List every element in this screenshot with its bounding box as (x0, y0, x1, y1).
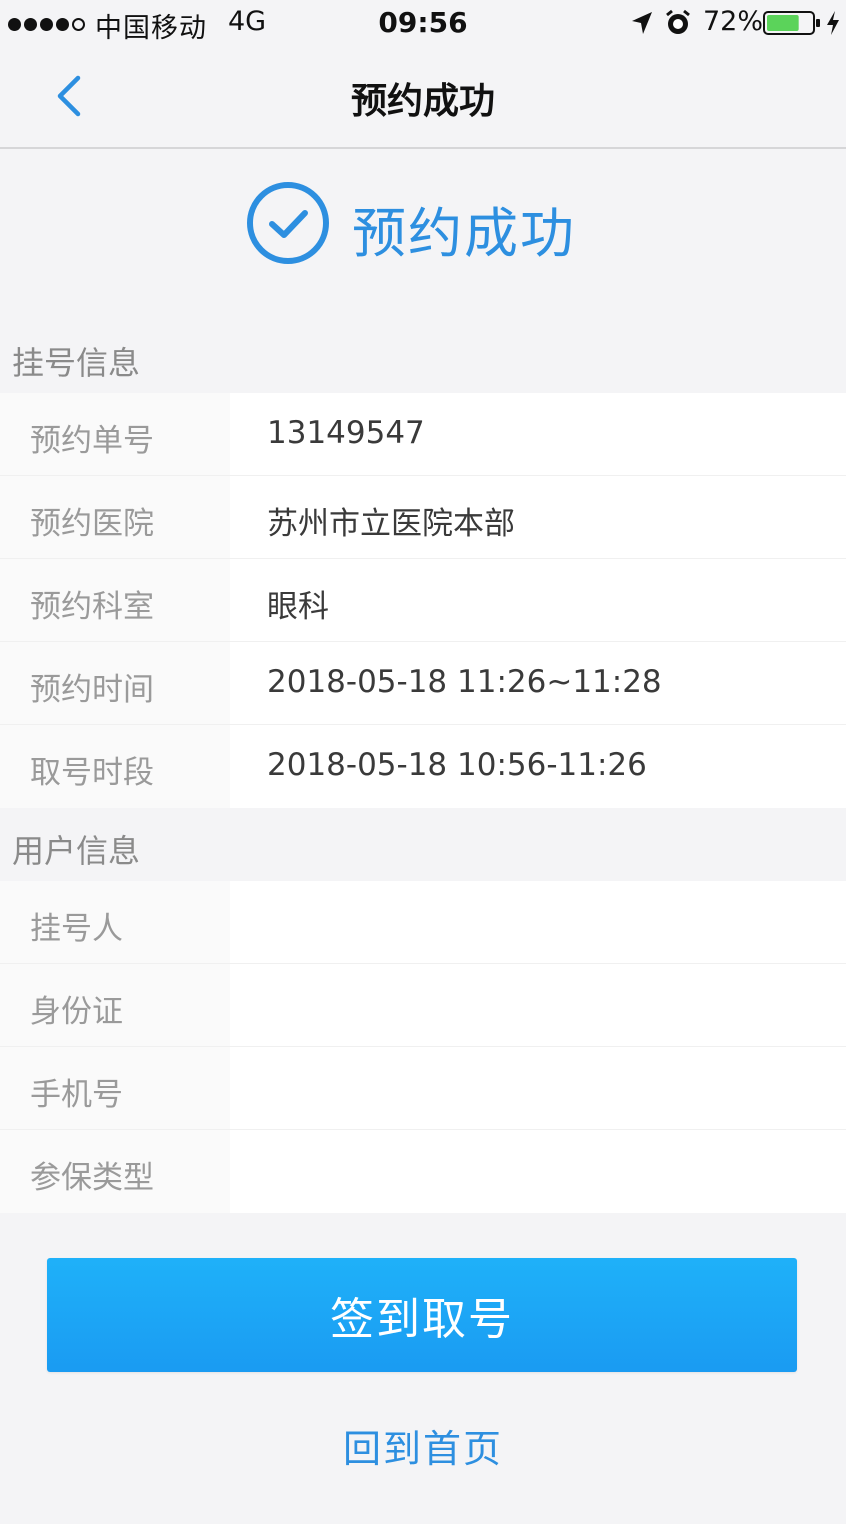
battery-percentage: 72% (703, 6, 764, 37)
row-label: 手机号 (30, 1077, 123, 1113)
status-bar: 中国移动 4G 09:56 72% (0, 0, 846, 50)
page-title: 预约成功 (350, 81, 495, 122)
battery-icon (763, 11, 820, 35)
user-info-list: 挂号人 身份证 手机号 参保类型 (0, 881, 846, 1213)
success-banner: 预约成功 (0, 149, 846, 319)
navigation-bar: 预约成功 (0, 50, 846, 149)
success-check-icon (247, 182, 329, 264)
list-item: 身份证 (0, 964, 846, 1047)
row-value: 2018-05-18 11:26~11:28 (267, 664, 662, 700)
list-item: 预约时间 2018-05-18 11:26~11:28 (0, 642, 846, 725)
row-value: 苏州市立医院本部 (267, 506, 515, 542)
row-value: 13149547 (267, 415, 425, 451)
charging-bolt-icon (827, 11, 839, 35)
location-arrow-icon (632, 12, 652, 34)
row-label: 身份证 (30, 994, 123, 1030)
section-header-registration: 挂号信息 (12, 344, 141, 382)
sign-in-get-number-button[interactable]: 签到取号 (47, 1258, 797, 1372)
row-label: 预约时间 (30, 672, 154, 708)
registration-info-list: 预约单号 13149547 预约医院 苏州市立医院本部 预约科室 眼科 预约时间… (0, 393, 846, 808)
list-item: 取号时段 2018-05-18 10:56-11:26 (0, 725, 846, 808)
row-value: 2018-05-18 10:56-11:26 (267, 747, 647, 783)
list-item: 预约医院 苏州市立医院本部 (0, 476, 846, 559)
list-item: 参保类型 (0, 1130, 846, 1213)
alarm-clock-icon (666, 9, 690, 34)
list-item: 挂号人 (0, 881, 846, 964)
row-label: 参保类型 (30, 1160, 154, 1196)
back-to-home-link[interactable]: 回到首页 (0, 1418, 846, 1473)
list-item: 预约科室 眼科 (0, 559, 846, 642)
row-label: 预约科室 (30, 589, 154, 625)
row-label: 挂号人 (30, 911, 123, 947)
row-label: 预约医院 (30, 506, 154, 542)
row-value: 眼科 (267, 589, 329, 625)
row-label: 取号时段 (30, 755, 154, 791)
list-item: 预约单号 13149547 (0, 393, 846, 476)
list-item: 手机号 (0, 1047, 846, 1130)
section-header-user: 用户信息 (12, 832, 141, 870)
success-title: 预约成功 (352, 202, 576, 265)
row-label: 预约单号 (30, 423, 154, 459)
